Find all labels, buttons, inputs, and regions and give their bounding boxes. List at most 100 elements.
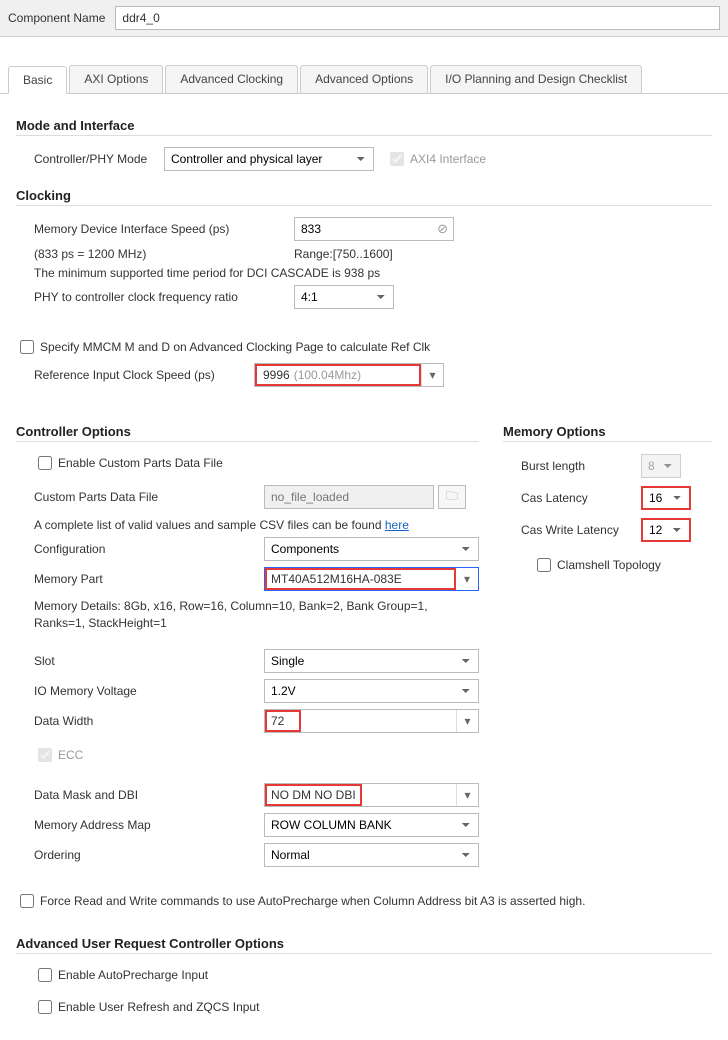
user-refresh-checkbox[interactable]: [38, 1000, 52, 1014]
clamshell-checkbox[interactable]: [537, 558, 551, 572]
component-name-bar: Component Name: [0, 0, 728, 37]
dm-dbi-select[interactable]: NO DM NO DBI ▾: [264, 783, 479, 807]
section-clocking: Clocking: [16, 184, 712, 206]
clear-icon[interactable]: ⊘: [437, 221, 448, 237]
io-voltage-select[interactable]: 1.2V: [264, 679, 479, 703]
ref-clk-label: Reference Input Clock Speed (ps): [34, 368, 254, 382]
ordering-row: Ordering Normal: [34, 840, 479, 870]
memory-part-label: Memory Part: [34, 572, 264, 586]
component-name-input[interactable]: [115, 6, 720, 30]
burst-row: Burst length 8: [521, 450, 712, 482]
ecc-label: ECC: [58, 748, 83, 762]
mem-speed-range: Range:[750..1600]: [294, 247, 393, 261]
memory-options-col: Memory Options Burst length 8 Cas Latenc…: [503, 410, 712, 578]
phy-ratio-select[interactable]: 4:1: [294, 285, 394, 309]
mem-speed-label: Memory Device Interface Speed (ps): [34, 222, 294, 236]
addr-map-label: Memory Address Map: [34, 818, 264, 832]
controller-phy-row: Controller/PHY Mode Controller and physi…: [34, 144, 712, 174]
force-rw-label: Force Read and Write commands to use Aut…: [40, 894, 585, 908]
configuration-select[interactable]: Components: [264, 537, 479, 561]
custom-parts-label: Custom Parts Data File: [34, 490, 264, 504]
ecc-checkbox: [38, 748, 52, 762]
chevron-down-icon[interactable]: ▾: [456, 568, 478, 590]
mem-speed-input[interactable]: [294, 217, 454, 241]
slot-label: Slot: [34, 654, 264, 668]
chevron-down-icon[interactable]: ▾: [456, 784, 478, 806]
io-voltage-label: IO Memory Voltage: [34, 684, 264, 698]
tab-advanced-clocking[interactable]: Advanced Clocking: [165, 65, 298, 93]
dci-note: The minimum supported time period for DC…: [34, 264, 712, 282]
clamshell-label: Clamshell Topology: [557, 558, 661, 572]
configuration-label: Configuration: [34, 542, 264, 556]
tab-axi-options[interactable]: AXI Options: [69, 65, 163, 93]
cas-write-select[interactable]: 12: [641, 518, 691, 542]
dm-dbi-label: Data Mask and DBI: [34, 788, 264, 802]
clamshell-row: Clamshell Topology: [533, 552, 712, 578]
tab-bar: Basic AXI Options Advanced Clocking Adva…: [0, 65, 728, 94]
section-controller-options: Controller Options: [16, 420, 479, 442]
dm-dbi-row: Data Mask and DBI NO DM NO DBI ▾: [34, 780, 479, 810]
chevron-down-icon[interactable]: ▾: [456, 710, 478, 732]
force-rw-row: Force Read and Write commands to use Aut…: [16, 888, 712, 914]
ref-clk-row: Reference Input Clock Speed (ps) 9996 (1…: [34, 360, 712, 390]
mmcm-checkbox[interactable]: [20, 340, 34, 354]
autoprecharge-label: Enable AutoPrecharge Input: [58, 968, 208, 982]
tab-basic[interactable]: Basic: [8, 66, 67, 94]
cas-write-row: Cas Write Latency 12: [521, 514, 712, 546]
io-voltage-row: IO Memory Voltage 1.2V: [34, 676, 479, 706]
memory-part-value: MT40A512M16HA-083E: [265, 568, 456, 590]
configuration-row: Configuration Components: [34, 534, 479, 564]
ordering-label: Ordering: [34, 848, 264, 862]
csv-here-link[interactable]: here: [385, 518, 409, 532]
cas-latency-select[interactable]: 16: [641, 486, 691, 510]
data-width-label: Data Width: [34, 714, 264, 728]
slot-row: Slot Single: [34, 646, 479, 676]
mem-speed-row: Memory Device Interface Speed (ps) ⊘: [34, 214, 712, 244]
data-width-select[interactable]: 72 ▾: [264, 709, 479, 733]
memory-part-select[interactable]: MT40A512M16HA-083E ▾: [264, 567, 479, 591]
burst-select: 8: [641, 454, 681, 478]
dm-dbi-value: NO DM NO DBI: [265, 784, 362, 806]
ref-clk-value: 9996: [263, 368, 290, 382]
section-mode-interface: Mode and Interface: [16, 114, 712, 136]
cas-latency-label: Cas Latency: [521, 491, 641, 505]
user-refresh-label: Enable User Refresh and ZQCS Input: [58, 1000, 259, 1014]
cas-write-label: Cas Write Latency: [521, 523, 641, 537]
memory-details: Memory Details: 8Gb, x16, Row=16, Column…: [34, 594, 474, 636]
controller-options-col: Controller Options Enable Custom Parts D…: [16, 410, 479, 870]
chevron-down-icon[interactable]: ▾: [421, 364, 443, 386]
autoprecharge-row: Enable AutoPrecharge Input: [34, 962, 712, 988]
force-rw-checkbox[interactable]: [20, 894, 34, 908]
mem-speed-note: (833 ps = 1200 MHz): [34, 247, 294, 261]
enable-custom-checkbox[interactable]: [38, 456, 52, 470]
ref-clk-select[interactable]: 9996 (100.04Mhz) ▾: [254, 363, 444, 387]
cas-latency-row: Cas Latency 16: [521, 482, 712, 514]
panel-basic: Mode and Interface Controller/PHY Mode C…: [0, 94, 728, 1040]
axi4-checkbox: [390, 152, 404, 166]
controller-phy-select[interactable]: Controller and physical layer: [164, 147, 374, 171]
addr-map-row: Memory Address Map ROW COLUMN BANK: [34, 810, 479, 840]
tab-io-planning[interactable]: I/O Planning and Design Checklist: [430, 65, 642, 93]
slot-select[interactable]: Single: [264, 649, 479, 673]
tab-advanced-options[interactable]: Advanced Options: [300, 65, 428, 93]
ordering-select[interactable]: Normal: [264, 843, 479, 867]
enable-custom-row: Enable Custom Parts Data File: [34, 450, 479, 476]
ecc-row: ECC: [34, 742, 479, 768]
enable-custom-label: Enable Custom Parts Data File: [58, 456, 223, 470]
section-advanced-user: Advanced User Request Controller Options: [16, 932, 712, 954]
phy-ratio-label: PHY to controller clock frequency ratio: [34, 290, 294, 304]
mmcm-label: Specify MMCM M and D on Advanced Clockin…: [40, 340, 430, 354]
autoprecharge-checkbox[interactable]: [38, 968, 52, 982]
folder-icon[interactable]: 🗀: [438, 485, 466, 509]
mmcm-row: Specify MMCM M and D on Advanced Clockin…: [16, 334, 712, 360]
burst-label: Burst length: [521, 459, 641, 473]
addr-map-select[interactable]: ROW COLUMN BANK: [264, 813, 479, 837]
data-width-row: Data Width 72 ▾: [34, 706, 479, 736]
mem-speed-note-row: (833 ps = 1200 MHz) Range:[750..1600]: [34, 244, 712, 264]
csv-note: A complete list of valid values and samp…: [34, 516, 479, 534]
custom-parts-input: [264, 485, 434, 509]
custom-parts-row: Custom Parts Data File 🗀: [34, 482, 479, 512]
component-name-label: Component Name: [8, 11, 105, 25]
memory-part-row: Memory Part MT40A512M16HA-083E ▾: [34, 564, 479, 594]
controller-phy-label: Controller/PHY Mode: [34, 152, 164, 166]
